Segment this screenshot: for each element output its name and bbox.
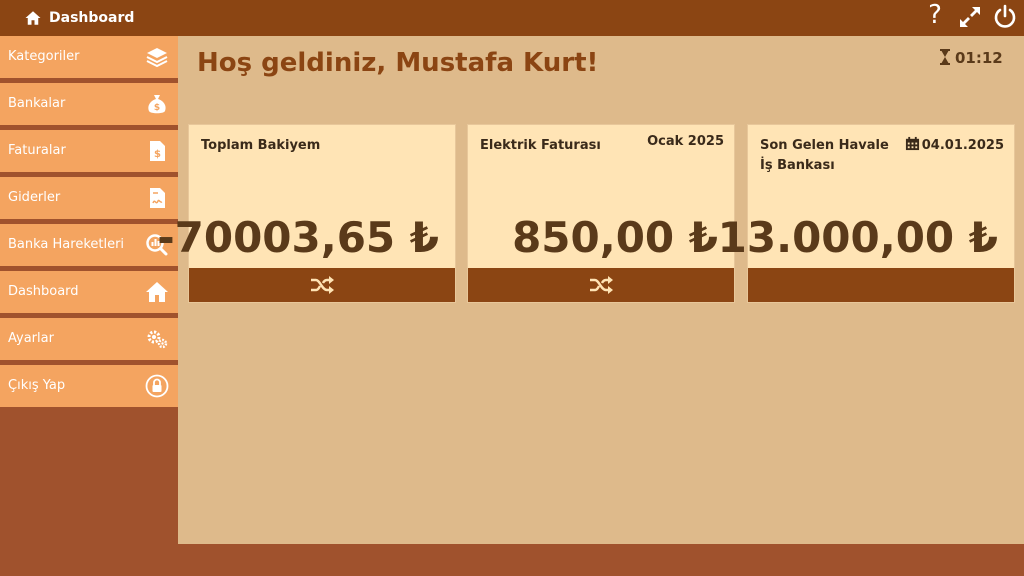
balance-card: Toplam Bakiyem -70003,65 ₺ [157, 124, 456, 303]
calendar-icon [905, 136, 919, 151]
help-icon[interactable]: ? [922, 2, 948, 28]
gears-icon [147, 330, 168, 349]
money-bag-icon: $ [148, 95, 166, 114]
last-transfer-card: Son Gelen Havale İş Bankası 04.01.2025 1… [718, 124, 1015, 303]
sidebar-item-banka-hareketleri[interactable]: Banka Hareketleri [0, 224, 178, 266]
card-footer [748, 268, 1014, 302]
home-icon[interactable] [24, 9, 42, 27]
sidebar-item-bankalar[interactable]: Bankalar $ [0, 83, 178, 125]
sidebar-item-dashboard[interactable]: Dashboard [0, 271, 178, 313]
card-amount: 850,00 ₺ [512, 213, 718, 262]
sidebar-item-label: Giderler [8, 190, 61, 205]
session-timer: 01:12 [939, 49, 1003, 67]
sidebar-item-kategoriler[interactable]: Kategoriler [0, 36, 178, 78]
card-footer [189, 268, 455, 302]
card-amount: 13.000,00 ₺ [717, 213, 998, 262]
fullscreen-icon[interactable] [957, 4, 983, 30]
home-icon [146, 282, 168, 302]
card-subtitle: İş Bankası [760, 158, 835, 173]
timer-value: 01:12 [955, 49, 1003, 67]
top-bar: Dashboard ? [0, 0, 1024, 36]
sidebar: Kategoriler Bankalar $ Faturalar $ Gider… [0, 36, 178, 544]
card-period: Ocak 2025 [647, 134, 724, 149]
card-date: 04.01.2025 [905, 136, 1004, 153]
card-title-block: Son Gelen Havale İş Bankası [760, 136, 889, 176]
sidebar-item-label: Ayarlar [8, 331, 54, 346]
card-amount: -70003,65 ₺ [157, 213, 439, 262]
sidebar-item-label: Çıkış Yap [8, 378, 66, 393]
sidebar-item-label: Banka Hareketleri [8, 237, 125, 252]
shuffle-icon[interactable] [309, 274, 335, 296]
hourglass-icon [940, 49, 950, 65]
power-icon[interactable] [992, 4, 1018, 30]
svg-text:$: $ [154, 149, 161, 160]
invoice-icon: $ [150, 141, 165, 161]
sidebar-item-label: Dashboard [8, 284, 79, 299]
footer-bar [0, 544, 1024, 576]
electric-bill-card: Elektrik Faturası Ocak 2025 850,00 ₺ [467, 124, 735, 303]
sidebar-item-faturalar[interactable]: Faturalar $ [0, 130, 178, 172]
sidebar-item-ayarlar[interactable]: Ayarlar [0, 318, 178, 360]
sidebar-item-giderler[interactable]: Giderler [0, 177, 178, 219]
lock-icon [145, 374, 169, 398]
header-title[interactable]: Dashboard [49, 10, 134, 26]
svg-text:$: $ [154, 103, 160, 113]
sidebar-item-label: Kategoriler [8, 49, 80, 64]
layers-icon [146, 48, 168, 68]
sidebar-item-label: Bankalar [8, 96, 66, 111]
receipt-icon [150, 188, 165, 208]
sidebar-item-label: Faturalar [8, 143, 66, 158]
card-title: Elektrik Faturası [480, 138, 601, 153]
card-footer [468, 268, 734, 302]
shuffle-icon[interactable] [588, 274, 614, 296]
sidebar-item-cikis-yap[interactable]: Çıkış Yap [0, 365, 178, 407]
card-date-value: 04.01.2025 [921, 138, 1004, 153]
card-title: Toplam Bakiyem [201, 138, 321, 153]
welcome-heading: Hoş geldiniz, Mustafa Kurt! [197, 48, 599, 78]
card-title: Son Gelen Havale [760, 138, 889, 153]
